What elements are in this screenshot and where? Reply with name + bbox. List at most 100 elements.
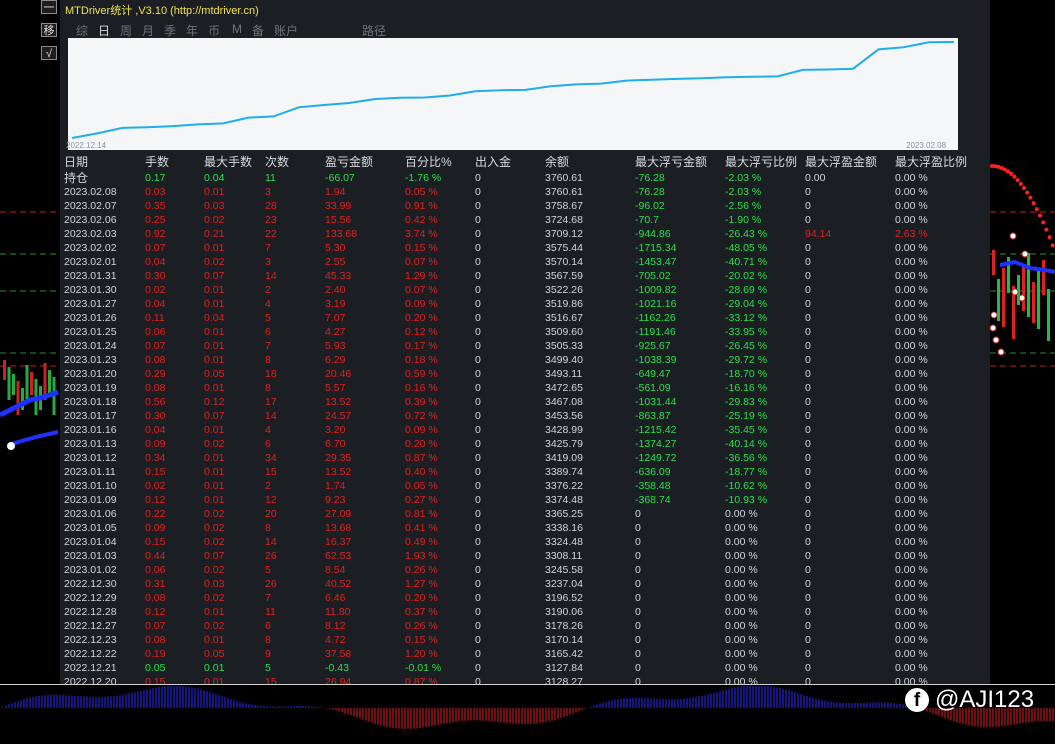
table-row[interactable]: 2022.12.29 0.08 0.02 7 6.46 0.20 % 0 3196.52 0 0.… [60, 591, 990, 605]
candle [7, 367, 11, 400]
table-row[interactable]: 2023.01.18 0.56 0.12 17 13.52 0.39 % 0 3467.08 -… [60, 395, 990, 409]
cell-date: 2022.12.21 [64, 662, 117, 674]
cell-maxprofitpct: 0.00 % [895, 298, 928, 310]
table-row[interactable]: 2023.01.03 0.44 0.07 26 62.53 1.93 % 0 3308.11 0… [60, 549, 990, 563]
cell-pct: 0.05 % [405, 480, 438, 492]
minimize-button[interactable]: 一 [41, 0, 57, 14]
cell-count: 7 [265, 242, 271, 254]
tab-yue[interactable]: 月 [142, 22, 154, 39]
table-row[interactable]: 2023.01.25 0.06 0.01 6 4.27 0.12 % 0 3509.60 -11… [60, 325, 990, 339]
cell-maxprofit: 0 [805, 648, 811, 660]
table-row[interactable]: 2022.12.27 0.07 0.02 6 8.12 0.26 % 0 3178.26 0 0.… [60, 619, 990, 633]
tab-ri[interactable]: 日 [98, 22, 110, 39]
table-row[interactable]: 2023.01.13 0.09 0.02 6 6.70 0.20 % 0 3425.79 -13… [60, 437, 990, 451]
cell-balance: 3499.40 [545, 354, 583, 366]
table-row[interactable]: 2023.02.02 0.07 0.01 7 5.30 0.15 % 0 3575.44 -17… [60, 241, 990, 255]
table-row[interactable]: 2023.01.09 0.12 0.01 12 9.23 0.27 % 0 3374.48 -3… [60, 493, 990, 507]
table-row[interactable]: 2023.01.17 0.30 0.07 14 24.57 0.72 % 0 3453.56 -… [60, 409, 990, 423]
cell-pnl: 1.74 [325, 480, 346, 492]
cell-count: 18 [265, 368, 277, 380]
tab-zhou[interactable]: 周 [120, 22, 132, 39]
cell-inout: 0 [475, 662, 481, 674]
table-row[interactable]: 2023.01.20 0.29 0.05 18 20.46 0.59 % 0 3493.11 -… [60, 367, 990, 381]
candle [16, 381, 20, 415]
move-button[interactable]: 移 [41, 23, 57, 37]
cell-maxlosspct: -36.56 % [725, 452, 768, 464]
cell-maxloss: -76.28 [635, 186, 665, 198]
cell-lots: 0.08 [145, 634, 166, 646]
table-row[interactable]: 2023.02.08 0.03 0.01 3 1.94 0.05 % 0 3760.61 -76… [60, 185, 990, 199]
cell-inout: 0 [475, 676, 481, 684]
cell-pct: 0.16 % [405, 382, 438, 394]
cell-date: 2023.01.30 [64, 284, 117, 296]
cell-pct: 0.15 % [405, 634, 438, 646]
table-row[interactable]: 2023.01.31 0.30 0.07 14 45.33 1.29 % 0 3567.59 -… [60, 269, 990, 283]
table-row[interactable]: 2023.01.05 0.09 0.02 8 13.68 0.41 % 0 3338.16 0 0… [60, 521, 990, 535]
table-row[interactable]: 2023.02.03 0.92 0.21 22 133.68 3.74 % 0 3709.12… [60, 227, 990, 241]
cell-inout: 0 [475, 368, 481, 380]
table-row[interactable]: 2023.01.11 0.15 0.01 15 13.52 0.40 % 0 3389.74 -… [60, 465, 990, 479]
table-row[interactable]: 2023.02.06 0.25 0.02 23 15.56 0.42 % 0 3724.68 -… [60, 213, 990, 227]
cell-maxprofit: 0 [805, 592, 811, 604]
holding-row[interactable]: 持仓 0.17 0.04 11 -66.07 -1.76 % 0 3760.61 -76.28 -… [60, 171, 990, 185]
table-row[interactable]: 2022.12.23 0.08 0.01 8 4.72 0.15 % 0 3170.14 0 0.… [60, 633, 990, 647]
tab-bei[interactable]: 备 [252, 22, 264, 39]
tab-zong[interactable]: 综 [76, 22, 88, 39]
tab-m[interactable]: M [232, 22, 242, 36]
cell-maxprofitpct: 0.00 % [895, 466, 928, 478]
table-row[interactable]: 2023.01.16 0.04 0.01 4 3.20 0.09 % 0 3428.99 -12… [60, 423, 990, 437]
cell-balance: 3493.11 [545, 368, 583, 380]
cell-pct: 0.87 % [405, 452, 438, 464]
check-button[interactable]: √ [41, 46, 57, 60]
table-row[interactable]: 2023.01.10 0.02 0.01 2 1.74 0.05 % 0 3376.22 -35… [60, 479, 990, 493]
cell-maxlots: 0.01 [204, 340, 225, 352]
table-row[interactable]: 2023.01.04 0.15 0.02 14 16.37 0.49 % 0 3324.48 0… [60, 535, 990, 549]
cell-date: 2023.02.01 [64, 256, 117, 268]
table-row[interactable]: 2023.01.02 0.06 0.02 5 8.54 0.26 % 0 3245.58 0 0.… [60, 563, 990, 577]
table-row[interactable]: 2023.01.27 0.04 0.01 4 3.19 0.09 % 0 3519.86 -10… [60, 297, 990, 311]
table-row[interactable]: 2023.01.19 0.08 0.01 8 5.57 0.16 % 0 3472.65 -56… [60, 381, 990, 395]
table-row[interactable]: 2023.01.23 0.08 0.01 8 6.29 0.18 % 0 3499.40 -10… [60, 353, 990, 367]
cell-pct: 0.20 % [405, 438, 438, 450]
cell-lots: 0.35 [145, 200, 166, 212]
tab-nian[interactable]: 年 [186, 22, 198, 39]
chart-start-date: 2022.12.14 [66, 141, 107, 150]
tab-bi[interactable]: 币 [208, 22, 220, 39]
marker-dot [1018, 294, 1026, 302]
table-row[interactable]: 2022.12.28 0.12 0.01 11 11.80 0.37 % 0 3190.06 0… [60, 605, 990, 619]
table-row[interactable]: 2023.01.24 0.07 0.01 7 5.93 0.17 % 0 3505.33 -92… [60, 339, 990, 353]
cell-pct: 0.49 % [405, 536, 438, 548]
cell-date: 2023.01.10 [64, 480, 117, 492]
cell-maxlosspct: 0.00 % [725, 522, 758, 534]
cell-pnl: 6.29 [325, 354, 346, 366]
header-maxlosspct: 最大浮亏比例 [725, 155, 798, 169]
cell-maxprofitpct: 0.00 % [895, 508, 928, 520]
cell-pct: 0.39 % [405, 396, 438, 408]
cell-inout: 0 [475, 270, 481, 282]
cell-pnl: 40.52 [325, 578, 352, 590]
table-row[interactable]: 2022.12.21 0.05 0.01 5 -0.43 -0.01 % 0 3127.84 0… [60, 661, 990, 675]
cell-pnl: 1.94 [325, 186, 346, 198]
cell-balance: 3709.12 [545, 228, 583, 240]
cell-lots: 0.07 [145, 340, 166, 352]
table-row[interactable]: 2023.02.01 0.04 0.02 3 2.55 0.07 % 0 3570.14 -14… [60, 255, 990, 269]
cell-count: 15 [265, 676, 277, 684]
table-row[interactable]: 2023.01.06 0.22 0.02 20 27.09 0.81 % 0 3365.25 0… [60, 507, 990, 521]
cell-balance: 3165.42 [545, 648, 583, 660]
table-row[interactable]: 2023.01.12 0.34 0.01 34 29.35 0.87 % 0 3419.09 -… [60, 451, 990, 465]
tab-lujing[interactable]: 路径 [362, 22, 386, 39]
tab-ji[interactable]: 季 [164, 22, 176, 39]
table-row[interactable]: 2023.01.30 0.02 0.01 2 2.40 0.07 % 0 3522.26 -10… [60, 283, 990, 297]
cell-pnl: 13.52 [325, 466, 352, 478]
tab-zhanghu[interactable]: 账户 [274, 22, 298, 39]
cell-balance: 3505.33 [545, 340, 583, 352]
trend-dot [1025, 190, 1030, 195]
table-row[interactable]: 2022.12.30 0.31 0.03 26 40.52 1.27 % 0 3237.04 0… [60, 577, 990, 591]
cell-lots: 0.12 [145, 494, 166, 506]
table-row[interactable]: 2023.02.07 0.35 0.03 28 33.99 0.91 % 0 3758.67 -… [60, 199, 990, 213]
cell-maxloss: -1374.27 [635, 438, 677, 450]
table-row[interactable]: 2022.12.22 0.19 0.05 9 37.58 1.20 % 0 3165.42 0 0… [60, 647, 990, 661]
table-row[interactable]: 2022.12.20 0.15 0.01 15 26.94 0.87 % 0 3128.27 0… [60, 675, 990, 684]
cell-maxlosspct: 0.00 % [725, 550, 758, 562]
table-row[interactable]: 2023.01.26 0.11 0.04 5 7.07 0.20 % 0 3516.67 -11… [60, 311, 990, 325]
